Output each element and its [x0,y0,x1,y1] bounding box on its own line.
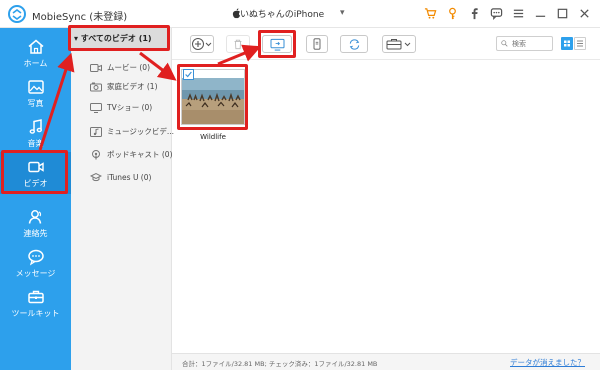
category-home-video-label: 家庭ビデオ (1) [107,82,158,91]
nav-contacts-label: 連絡先 [23,228,48,238]
export-to-device-button[interactable] [306,35,328,53]
add-button[interactable] [190,35,214,53]
titlebar-icons [422,5,592,21]
add-icon [192,38,212,50]
video-title: Wildlife [200,133,226,141]
checkmark-icon [185,71,192,78]
device-selector[interactable]: いぬちゃんのiPhone [240,7,324,20]
music-video-icon [90,126,102,137]
category-tv-show[interactable]: TVショー (0) [90,102,152,113]
video-checkbox[interactable] [183,69,194,80]
title-bar: MobieSync (未登録) いぬちゃんのiPhone ▾ [0,0,600,28]
list-view-button[interactable] [574,37,586,50]
grid-icon [564,40,570,47]
home-video-icon [90,82,102,91]
menu-icon[interactable] [510,5,526,21]
refresh-icon [349,38,359,50]
nav-contacts[interactable]: 連絡先 [0,202,71,244]
left-navigation: ホーム 写真 音楽 ビデオ 連絡先 メッセージ ツールキット [0,28,71,370]
category-music-video[interactable]: ミュージックビデ... [90,126,174,137]
tv-show-icon [90,102,102,113]
phone-icon [313,38,321,50]
app-title: MobieSync (未登録) [32,12,128,23]
video-nav-highlight [1,150,68,194]
briefcase-icon [386,39,411,50]
movie-icon [90,63,102,72]
category-tv-show-label: TVショー (0) [107,103,153,112]
nav-home[interactable]: ホーム [0,32,71,74]
category-podcast-label: ポッドキャスト (0) [107,150,173,159]
grid-view-button[interactable] [561,37,573,50]
export-highlight [258,30,296,58]
category-movie-label: ムービー (0) [107,63,151,72]
toolbox-icon [27,290,44,303]
photo-icon [27,79,44,94]
nav-toolkit[interactable]: ツールキット [0,282,71,324]
maximize-icon[interactable] [554,5,570,21]
minimize-icon[interactable] [532,5,548,21]
list-icon [577,40,583,47]
category-home-video[interactable]: 家庭ビデオ (1) [90,81,158,92]
nav-music-label: 音楽 [27,138,44,148]
category-itunes-u[interactable]: iTunes U (0) [90,172,151,182]
nav-message[interactable]: メッセージ [0,242,71,284]
nav-home-label: ホーム [23,58,48,68]
trash-icon [234,39,242,50]
nav-music[interactable]: 音楽 [0,112,71,154]
nav-photo[interactable]: 写真 [0,72,71,114]
delete-button[interactable] [226,35,250,53]
itunes-u-icon [90,172,102,182]
nav-message-label: メッセージ [15,268,56,278]
data-lost-link[interactable]: データが消えました？ [510,357,585,368]
search-icon [501,40,508,47]
close-icon[interactable] [576,5,592,21]
toolbox-button[interactable] [382,35,416,53]
home-icon [28,39,43,54]
category-music-video-label: ミュージックビデ... [107,127,175,136]
refresh-button[interactable] [340,35,368,53]
contacts-icon [28,209,41,224]
category-itunes-u-label: iTunes U (0) [107,172,152,182]
message-icon [27,249,44,265]
status-summary: 合計：1ファイル/32.81 MB; チェック済み：1ファイル/32.81 MB [182,360,378,368]
podcast-icon [92,149,100,159]
device-dropdown-icon[interactable]: ▾ [340,8,345,18]
category-movie[interactable]: ムービー (0) [90,62,150,73]
category-podcast[interactable]: ポッドキャスト (0) [90,149,173,160]
nav-toolkit-label: ツールキット [11,308,60,318]
category-panel [71,28,172,370]
facebook-icon[interactable] [466,5,482,21]
app-logo-icon [8,5,26,23]
nav-photo-label: 写真 [27,98,44,108]
all-videos-highlight [68,25,170,51]
key-icon[interactable] [444,5,460,21]
cart-icon[interactable] [422,5,438,21]
search-input[interactable] [512,39,552,48]
music-icon [29,118,42,134]
search-box[interactable] [496,36,553,51]
chat-icon[interactable] [488,5,504,21]
